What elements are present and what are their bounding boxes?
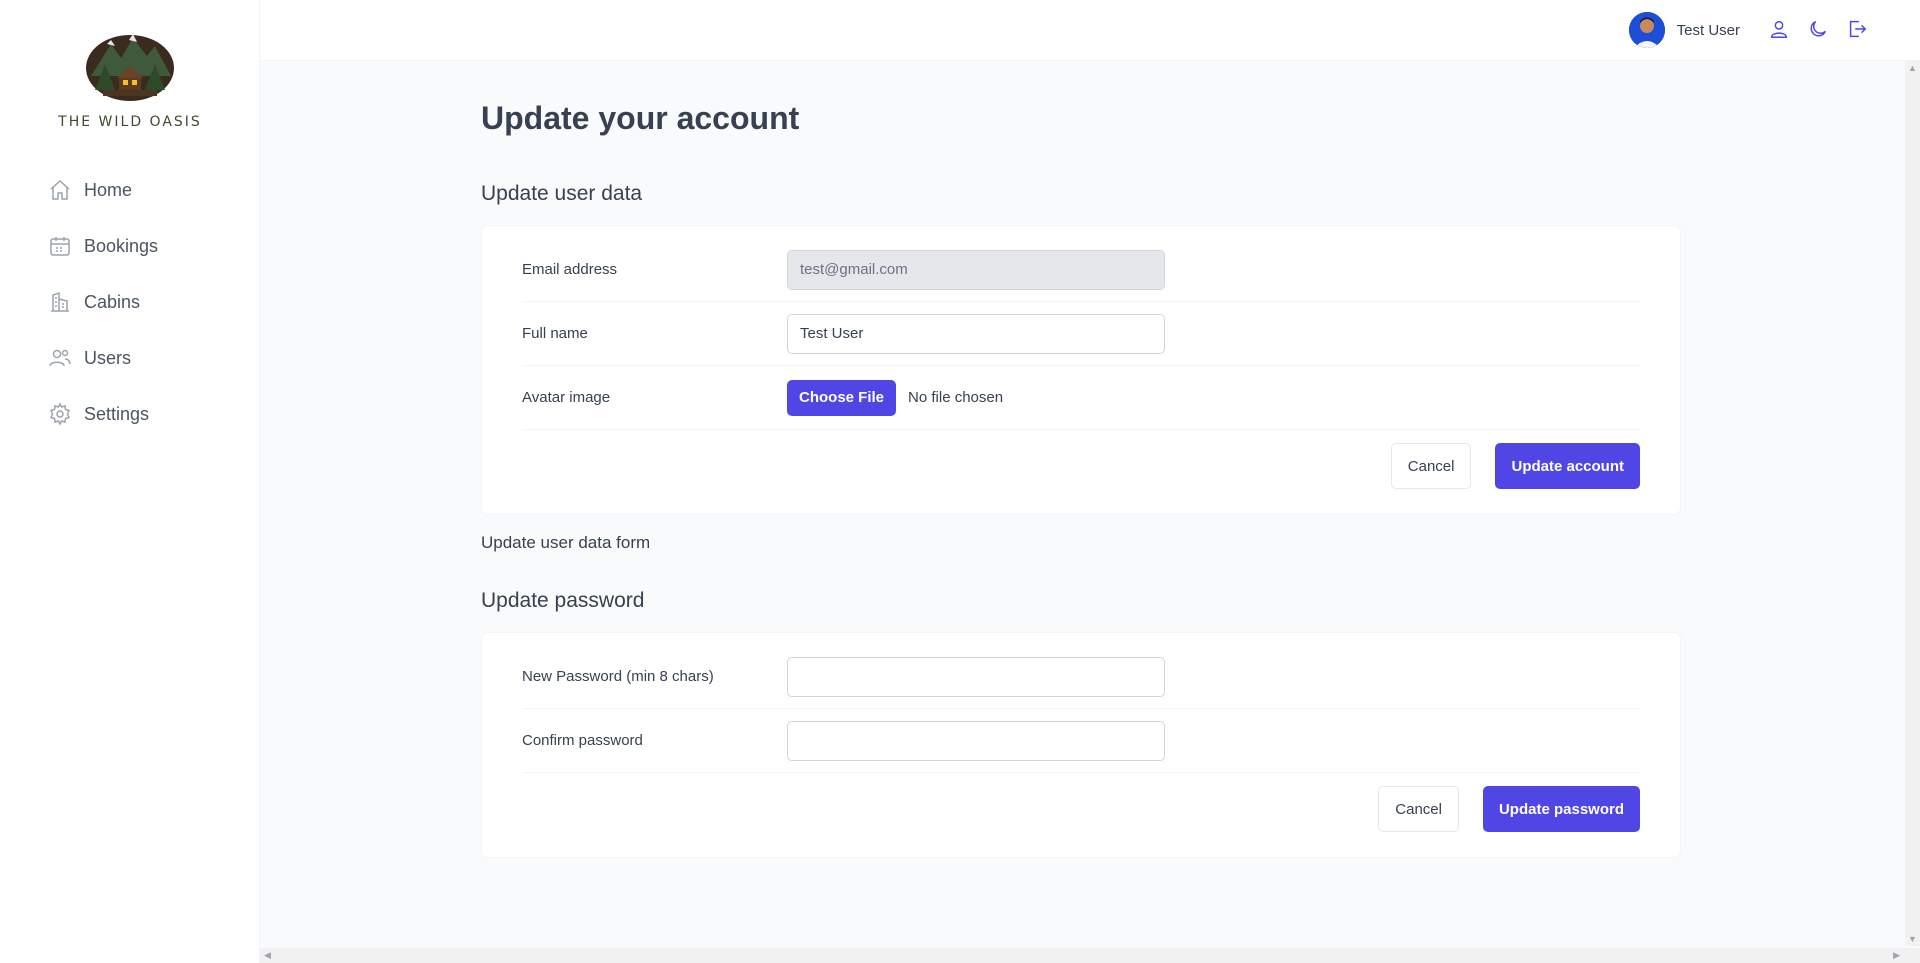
email-label: Email address xyxy=(522,261,618,278)
top-header: Test User xyxy=(260,0,1920,61)
horizontal-scrollbar[interactable]: ◀ ▶ xyxy=(260,948,1920,963)
fullname-field[interactable] xyxy=(787,313,1165,354)
user-data-title: Update user data xyxy=(481,182,643,205)
scroll-down-arrow[interactable]: ▼ xyxy=(1908,934,1917,944)
sidebar-item-label: Cabins xyxy=(84,291,141,312)
cancel-password-button[interactable]: Cancel xyxy=(1378,786,1459,832)
sidebar-item-cabins[interactable]: Cabins xyxy=(36,274,236,330)
building-icon xyxy=(51,291,69,312)
header-actions xyxy=(1753,18,1870,42)
moon-icon xyxy=(1810,20,1827,37)
logo-text: THE WILD OASIS xyxy=(58,114,202,130)
sidebar-nav: Home Bookings Cabins Users Settings xyxy=(36,162,236,442)
password-form: New Password (min 8 chars) Confirm passw… xyxy=(481,632,1681,858)
fullname-label: Full name xyxy=(522,325,588,342)
sidebar-item-label: Bookings xyxy=(84,235,159,256)
vertical-scrollbar[interactable]: ▲ ▼ xyxy=(1905,61,1920,946)
sidebar-item-users[interactable]: Users xyxy=(36,330,236,386)
scroll-up-arrow[interactable]: ▲ xyxy=(1908,63,1917,73)
scroll-left-arrow[interactable]: ◀ xyxy=(264,950,271,961)
main-content: Update your account Update user data Ema… xyxy=(481,100,1681,858)
logout-button[interactable] xyxy=(1846,18,1870,42)
cancel-button[interactable]: Cancel xyxy=(1390,443,1472,489)
sidebar-item-label: Home xyxy=(84,179,133,200)
new-password-field[interactable] xyxy=(787,656,1165,697)
avatar xyxy=(1628,12,1665,48)
account-button[interactable] xyxy=(1768,18,1792,42)
avatar-image xyxy=(1628,12,1665,48)
user-info: Test User xyxy=(1628,12,1740,48)
password-title: Update password xyxy=(481,589,645,612)
sidebar-item-label: Settings xyxy=(84,403,150,424)
confirm-password-field[interactable] xyxy=(787,720,1165,761)
user-data-form: Email address Full name Avatar image Cho… xyxy=(481,225,1681,515)
scroll-right-arrow[interactable]: ▶ xyxy=(1893,950,1900,961)
new-password-label: New Password (min 8 chars) xyxy=(522,668,714,685)
calendar-icon xyxy=(50,237,70,256)
user-name: Test User xyxy=(1676,21,1740,39)
confirm-password-label: Confirm password xyxy=(522,732,643,749)
dark-mode-toggle[interactable] xyxy=(1807,18,1831,42)
gear-icon xyxy=(49,402,71,426)
home-icon xyxy=(50,179,70,200)
new-password-row: New Password (min 8 chars) xyxy=(522,645,1640,709)
page-title: Update your account xyxy=(481,100,800,136)
sidebar-item-home[interactable]: Home xyxy=(36,162,236,218)
update-account-button[interactable]: Update account xyxy=(1495,443,1640,489)
form-note: Update user data form xyxy=(481,533,651,552)
user-icon xyxy=(1770,20,1788,38)
password-actions: Cancel Update password xyxy=(522,773,1640,845)
avatar-row: Avatar image Choose File No file chosen xyxy=(522,366,1640,430)
user-data-actions: Cancel Update account xyxy=(522,430,1640,502)
avatar-label: Avatar image xyxy=(522,389,611,406)
email-row: Email address xyxy=(522,238,1640,302)
sidebar-item-bookings[interactable]: Bookings xyxy=(36,218,236,274)
email-field[interactable] xyxy=(787,249,1165,290)
logo-image xyxy=(86,34,174,101)
users-icon xyxy=(49,349,71,367)
file-status: No file chosen xyxy=(908,389,1004,406)
logo: THE WILD OASIS xyxy=(0,30,260,130)
fullname-row: Full name xyxy=(522,302,1640,366)
sidebar: THE WILD OASIS Home Bookings Cabins User… xyxy=(0,0,260,963)
sidebar-item-settings[interactable]: Settings xyxy=(36,386,236,442)
logout-icon xyxy=(1849,20,1867,38)
update-password-button[interactable]: Update password xyxy=(1482,786,1640,832)
choose-file-button[interactable]: Choose File xyxy=(787,379,897,416)
confirm-password-row: Confirm password xyxy=(522,709,1640,773)
sidebar-item-label: Users xyxy=(84,347,132,368)
